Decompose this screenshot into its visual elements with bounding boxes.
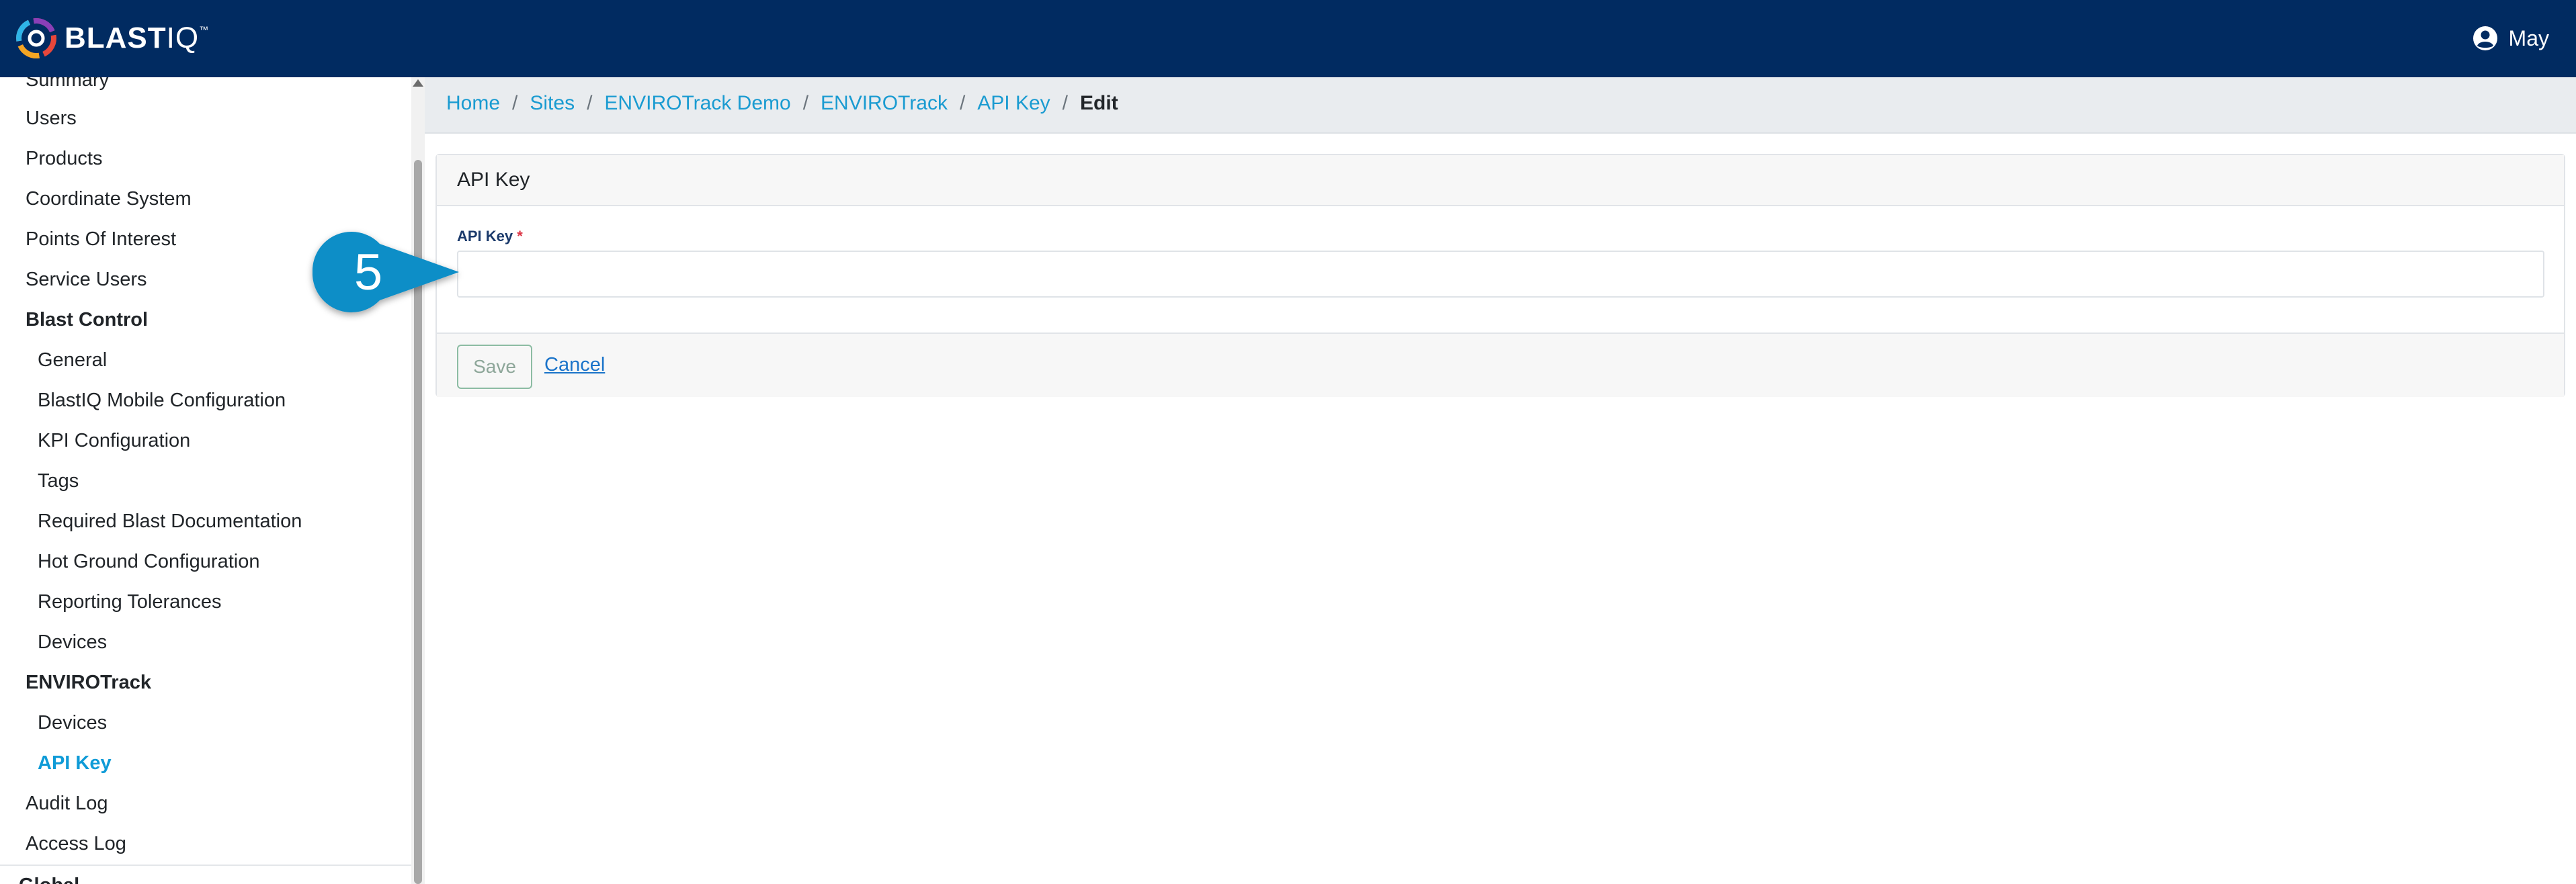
sidebar-item-tags[interactable]: Tags — [38, 469, 79, 493]
breadcrumb-envirotrack[interactable]: ENVIROTrack — [821, 92, 948, 115]
breadcrumb-sites[interactable]: Sites — [530, 92, 575, 115]
callout-step-number: 5 — [354, 244, 382, 301]
api-key-input[interactable] — [457, 251, 2544, 298]
breadcrumb-current: Edit — [1080, 92, 1118, 114]
sidebar-item-required-blast-documentation[interactable]: Required Blast Documentation — [38, 509, 302, 533]
card-header: API Key — [437, 155, 2564, 206]
sidebar-item-users[interactable]: Users — [26, 106, 77, 130]
sidebar-item-kpi-configuration[interactable]: KPI Configuration — [38, 429, 190, 453]
sidebar-divider — [0, 865, 411, 866]
required-mark: * — [517, 228, 523, 245]
sidebar-item-general[interactable]: General — [38, 348, 107, 372]
api-key-card: API Key API Key * Save Cancel — [435, 154, 2565, 397]
sidebar-item-access-log[interactable]: Access Log — [26, 832, 126, 856]
sidebar-item-api-key[interactable]: API Key — [38, 751, 112, 775]
sidebar-item-audit-log[interactable]: Audit Log — [26, 791, 108, 815]
top-navbar: BLASTIQ™ May — [0, 0, 2576, 77]
save-button[interactable]: Save — [457, 345, 532, 389]
sidebar-item-reporting-tolerances[interactable]: Reporting Tolerances — [38, 590, 222, 614]
step-callout: 5 — [304, 225, 466, 336]
sidebar-item-coordinate-system[interactable]: Coordinate System — [26, 187, 192, 211]
sidebar-item-hot-ground-configuration[interactable]: Hot Ground Configuration — [38, 549, 259, 574]
sidebar-item-points-of-interest[interactable]: Points Of Interest — [26, 227, 176, 251]
breadcrumb-separator: / — [512, 92, 518, 114]
blastiq-logo-icon — [16, 18, 56, 58]
sidebar-nav: Summary Users Products Coordinate System… — [0, 77, 425, 884]
sidebar-item-summary[interactable]: Summary — [26, 77, 109, 92]
breadcrumb-separator: / — [802, 92, 809, 114]
sidebar-group-global[interactable]: Global — [19, 873, 79, 884]
triangle-up-icon[interactable] — [413, 79, 423, 87]
sidebar-item-products[interactable]: Products — [26, 146, 102, 171]
cancel-link[interactable]: Cancel — [544, 354, 605, 376]
breadcrumb-separator: / — [959, 92, 966, 114]
breadcrumb-bar: Home / Sites / ENVIROTrack Demo / ENVIRO… — [425, 77, 2576, 134]
card-title: API Key — [457, 169, 530, 191]
breadcrumb-separator: / — [1062, 92, 1069, 114]
breadcrumb-site[interactable]: ENVIROTrack Demo — [604, 92, 790, 115]
sidebar-item-blastiq-mobile-configuration[interactable]: BlastIQ Mobile Configuration — [38, 388, 286, 412]
api-key-label: API Key * — [457, 228, 523, 245]
breadcrumb-api-key[interactable]: API Key — [977, 92, 1050, 115]
sidebar-item-service-users[interactable]: Service Users — [26, 267, 147, 292]
sidebar-group-envirotrack[interactable]: ENVIROTrack — [26, 670, 151, 695]
breadcrumb: Home / Sites / ENVIROTrack Demo / ENVIRO… — [446, 92, 1118, 115]
sidebar-group-blast-control[interactable]: Blast Control — [26, 308, 148, 332]
sidebar-item-blast-control-devices[interactable]: Devices — [38, 630, 107, 654]
user-name: May — [2508, 26, 2549, 50]
callout-badge-icon: 5 — [312, 231, 459, 313]
breadcrumb-separator: / — [587, 92, 593, 114]
app-logo[interactable]: BLASTIQ™ — [15, 16, 209, 60]
logo-text: BLASTIQ™ — [65, 21, 210, 54]
user-circle-icon — [2473, 26, 2497, 50]
card-footer: Save Cancel — [437, 333, 2564, 397]
sidebar-item-envirotrack-devices[interactable]: Devices — [38, 711, 107, 735]
breadcrumb-home[interactable]: Home — [446, 92, 500, 115]
user-menu[interactable]: May — [2473, 20, 2549, 56]
